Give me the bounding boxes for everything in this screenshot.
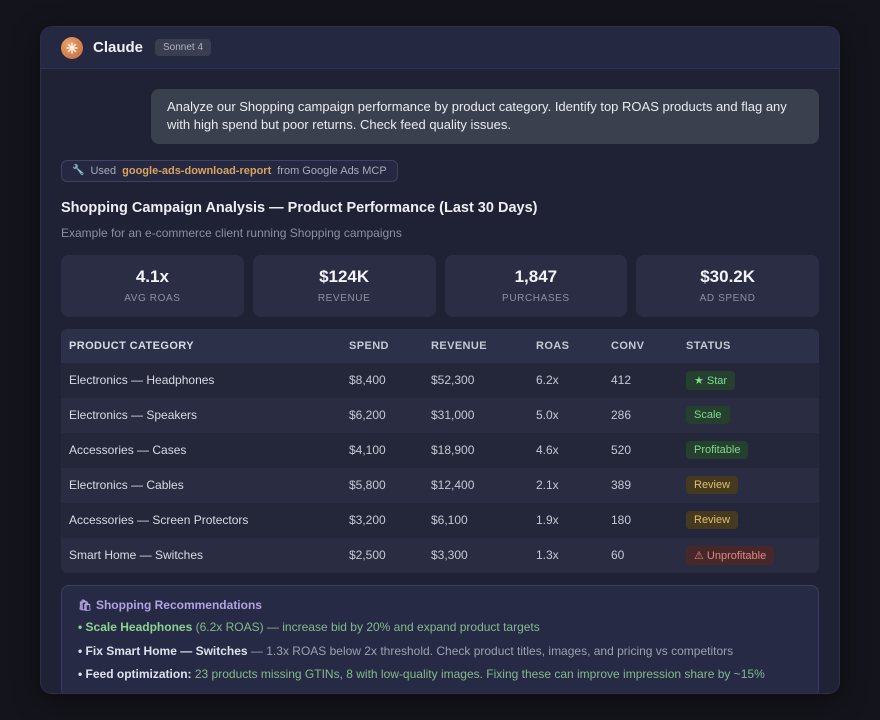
cell-revenue: $31,000 <box>431 408 475 423</box>
tool-use-chip[interactable]: 🔧 Used google-ads-download-report from G… <box>61 159 398 182</box>
model-badge: Sonnet 4 <box>155 39 212 56</box>
status-badge: Scale <box>686 406 730 425</box>
performance-table: PRODUCT CATEGORY SPEND REVENUE ROAS CONV… <box>61 328 819 573</box>
stat-card-avg-roas: 4.1x AVG ROAS <box>61 254 244 317</box>
recommendation-item: • Fix Smart Home — Switches — 1.3x ROAS … <box>78 644 802 660</box>
report-title: Shopping Campaign Analysis — Product Per… <box>61 199 538 216</box>
col-roas: ROAS <box>536 339 570 352</box>
chat-body: Analyze our Shopping campaign performanc… <box>41 69 839 693</box>
stat-value: $30.2K <box>700 267 756 287</box>
cell-revenue: $18,900 <box>431 443 475 458</box>
cell-revenue: $6,100 <box>431 513 468 528</box>
tool-icon: 🔧 <box>72 165 85 177</box>
recommendation-item: • Feed optimization: 23 products missing… <box>78 667 802 683</box>
col-conv: CONV <box>611 339 645 352</box>
recommendation-text: 23 products missing GTINs, 8 with low-qu… <box>191 667 765 682</box>
app-header: Claude Sonnet 4 <box>41 27 839 69</box>
cell-category: Electronics — Cables <box>69 478 184 493</box>
recommendation-text: — 1.3x ROAS below 2x threshold. Check pr… <box>247 643 734 658</box>
status-badge: ⚠ Unprofitable <box>686 545 775 565</box>
cell-category: Accessories — Screen Protectors <box>69 513 249 528</box>
cell-category: Electronics — Headphones <box>69 373 215 388</box>
claude-chat-card: Claude Sonnet 4 Analyze our Shopping cam… <box>40 26 840 694</box>
status-badge: ★ Star <box>686 370 736 390</box>
table-row: Electronics — Cables $5,800 $12,400 2.1x… <box>61 467 819 503</box>
stat-label: PURCHASES <box>502 293 570 305</box>
table-row: Accessories — Screen Protectors $3,200 $… <box>61 502 819 538</box>
table-row: Smart Home — Switches $2,500 $3,300 1.3x… <box>61 537 819 573</box>
recommendations-title: 🛍 Shopping Recommendations <box>78 598 802 612</box>
recommendation-item: • Scale Headphones (6.2x ROAS) — increas… <box>78 620 802 636</box>
table-row: Electronics — Speakers $6,200 $31,000 5.… <box>61 397 819 433</box>
tool-used-label: Used <box>90 164 117 177</box>
stat-label: AVG ROAS <box>124 293 181 305</box>
cell-spend: $2,500 <box>349 548 386 563</box>
stat-label: REVENUE <box>317 293 371 305</box>
cell-spend: $4,100 <box>349 443 386 458</box>
page-background: { "header": { "app_name": "Claude", "mod… <box>0 0 880 720</box>
table-header-row: PRODUCT CATEGORY SPEND REVENUE ROAS CONV… <box>61 328 819 363</box>
cell-category: Accessories — Cases <box>69 443 187 458</box>
recommendation-text: (6.2x ROAS) — increase bid by 20% and ex… <box>192 619 540 634</box>
tool-source-label: from Google Ads MCP <box>277 164 387 177</box>
stat-card-revenue: $124K REVENUE <box>252 254 436 317</box>
claude-logo-icon <box>61 36 83 59</box>
cell-spend: $8,400 <box>349 373 386 388</box>
recommendations-panel: 🛍 Shopping Recommendations • Scale Headph… <box>61 584 819 693</box>
table-row: Electronics — Headphones $8,400 $52,300 … <box>61 362 819 398</box>
shopping-bag-icon: 🛍 <box>78 599 92 612</box>
tool-name: google-ads-download-report <box>122 164 272 177</box>
stat-card-purchases: 1,847 PURCHASES <box>444 254 628 317</box>
col-spend: SPEND <box>349 339 389 352</box>
cell-spend: $5,800 <box>349 478 386 493</box>
cell-roas: 1.9x <box>536 513 559 528</box>
status-badge: Profitable <box>686 441 749 460</box>
recommendation-lead: • Feed optimization: <box>78 667 192 682</box>
cell-revenue: $12,400 <box>431 478 475 493</box>
cell-conv: 60 <box>611 548 625 563</box>
cell-revenue: $52,300 <box>431 373 475 388</box>
recommendation-lead: • Scale Headphones <box>78 619 193 634</box>
col-revenue: REVENUE <box>431 339 487 352</box>
stat-card-ad-spend: $30.2K AD SPEND <box>636 254 819 317</box>
recommendation-lead: • Fix Smart Home — Switches <box>78 643 248 658</box>
stats-row: 4.1x AVG ROAS $124K REVENUE 1,847 PURCHA… <box>61 254 819 317</box>
cell-conv: 520 <box>611 443 632 458</box>
cell-conv: 180 <box>611 513 632 528</box>
cell-roas: 1.3x <box>536 548 559 563</box>
stat-label: AD SPEND <box>699 293 756 305</box>
report-subtitle: Example for an e-commerce client running… <box>61 225 402 240</box>
cell-category: Smart Home — Switches <box>69 548 204 563</box>
cell-spend: $6,200 <box>349 408 386 423</box>
cell-roas: 4.6x <box>536 443 559 458</box>
user-message-bubble: Analyze our Shopping campaign performanc… <box>151 89 819 144</box>
cell-category: Electronics — Speakers <box>69 408 198 423</box>
stat-value: $124K <box>319 267 370 287</box>
col-status: STATUS <box>686 339 731 352</box>
cell-conv: 286 <box>611 408 632 423</box>
stat-value: 4.1x <box>135 267 169 287</box>
status-badge: Review <box>686 476 739 495</box>
cell-revenue: $3,300 <box>431 548 468 563</box>
col-product-category: PRODUCT CATEGORY <box>69 339 194 352</box>
cell-conv: 412 <box>611 373 632 388</box>
status-badge: Review <box>686 511 739 530</box>
stat-value: 1,847 <box>514 267 558 287</box>
cell-conv: 389 <box>611 478 632 493</box>
cell-roas: 6.2x <box>536 373 559 388</box>
recommendations-title-text: Shopping Recommendations <box>95 597 262 612</box>
app-name: Claude <box>93 39 144 56</box>
cell-spend: $3,200 <box>349 513 386 528</box>
cell-roas: 5.0x <box>536 408 559 423</box>
cell-roas: 2.1x <box>536 478 559 493</box>
table-row: Accessories — Cases $4,100 $18,900 4.6x … <box>61 432 819 468</box>
